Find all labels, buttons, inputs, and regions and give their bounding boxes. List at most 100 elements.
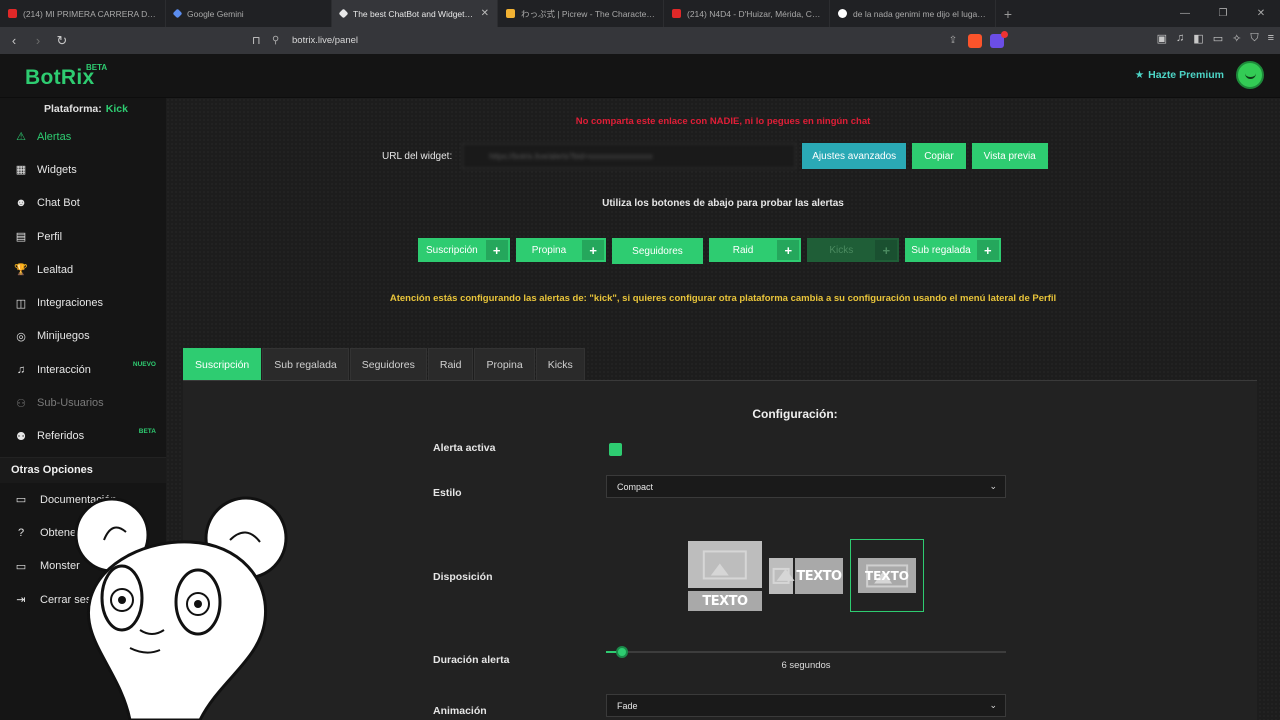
brave-rewards-icon[interactable] xyxy=(990,30,1008,48)
alert-active-checkbox[interactable] xyxy=(609,443,622,456)
animation-select[interactable]: Fade ⌄ xyxy=(606,694,1006,717)
leo-ai-icon[interactable]: ✧ xyxy=(1232,32,1241,45)
brave-shields-icon[interactable] xyxy=(968,33,982,48)
tab-sub-regalada[interactable]: Sub regalada xyxy=(262,348,349,380)
browser-tools: ▣ ♫ ◧ ▭ ✧ ⛉ ≡ xyxy=(1157,32,1274,45)
test-followers-button[interactable]: Seguidores xyxy=(612,238,703,264)
test-gift-sub-button[interactable]: Sub regalada + xyxy=(905,238,1001,262)
tab-raid[interactable]: Raid xyxy=(427,348,474,380)
sidebar-item-label: Minijuegos xyxy=(37,330,90,343)
advanced-settings-button[interactable]: Ajustes avanzados xyxy=(802,143,907,169)
url-text[interactable]: botrix.live/panel xyxy=(292,35,942,46)
tab-suscripcion[interactable]: Suscripción xyxy=(183,348,262,380)
duration-slider[interactable] xyxy=(606,646,1006,658)
plus-icon[interactable]: + xyxy=(976,240,999,260)
style-select[interactable]: Compact ⌄ xyxy=(606,475,1006,498)
sidebar-item-perfil[interactable]: ▤ Perfil xyxy=(0,220,166,253)
plus-icon[interactable]: + xyxy=(485,240,508,260)
new-tab-icon[interactable]: + xyxy=(996,0,1020,27)
back-icon[interactable]: ‹ xyxy=(4,31,24,51)
tab-kicks[interactable]: Kicks xyxy=(535,348,585,380)
sidebar-item-alertas[interactable]: ⚠ Alertas xyxy=(0,120,166,153)
window-controls: — ❐ ✕ xyxy=(1166,0,1280,27)
browser-tab-bar: (214) MI PRIMERA CARRERA DE BOT... Googl… xyxy=(0,0,1280,27)
user-avatar[interactable] xyxy=(1236,61,1264,89)
layout-option-stacked[interactable]: TEXTO xyxy=(688,541,762,611)
address-bar[interactable]: ⊓ ⚲ botrix.live/panel ⇪ xyxy=(252,30,1008,51)
app-header: BotRix BETA ★ Hazte Premium xyxy=(0,54,1280,98)
premium-label: Hazte Premium xyxy=(1148,69,1224,81)
sidebar-item-integraciones[interactable]: ◫ Integraciones xyxy=(0,286,166,319)
test-subscription-button[interactable]: Suscripción + xyxy=(418,238,510,262)
sidebar-item-label: Cerrar sesión xyxy=(40,593,107,606)
alert-active-label: Alerta activa xyxy=(433,442,496,454)
browser-tab[interactable]: わっぷ式 | Picrew - The Character Mak... xyxy=(498,0,664,27)
tab-seguidores[interactable]: Seguidores xyxy=(349,348,427,380)
browser-tab[interactable]: (214) MI PRIMERA CARRERA DE BOT... xyxy=(0,0,166,27)
sidebar-item-label: Monster xyxy=(40,560,80,573)
sidebar-item-documentacion[interactable]: ▭ Documentación xyxy=(0,483,166,516)
premium-link[interactable]: ★ Hazte Premium xyxy=(1135,69,1224,81)
slider-handle[interactable] xyxy=(616,646,628,658)
chevron-down-icon: ⌄ xyxy=(989,700,997,710)
sidebar-toggle-icon[interactable]: ▣ xyxy=(1157,32,1167,45)
test-hint: Utiliza los botones de abajo para probar… xyxy=(602,198,844,209)
plus-icon[interactable]: + xyxy=(777,240,800,260)
browser-tab[interactable]: (214) N4D4 - D'Huizar, Mérida, Chep... xyxy=(664,0,830,27)
user-group-icon: ⚉ xyxy=(16,430,26,443)
platform-indicator: Plataforma: Kick xyxy=(0,98,166,120)
browser-tab[interactable]: Google Gemini xyxy=(166,0,332,27)
wallet-icon[interactable]: ▭ xyxy=(1213,32,1223,45)
menu-icon[interactable]: ≡ xyxy=(1268,32,1274,45)
test-kicks-button[interactable]: Kicks + xyxy=(807,238,900,262)
widget-url-field[interactable]: https://botrix.live/alerts?bid=xxxxxxxxx… xyxy=(462,143,797,169)
tab-title: (214) N4D4 - D'Huizar, Mérida, Chep... xyxy=(687,8,821,19)
forward-icon[interactable]: › xyxy=(28,31,48,51)
sidebar-item-interaccion[interactable]: ♫ Interacción NUEVO xyxy=(0,353,166,386)
sidebar-item-label: Sub-Usuarios xyxy=(37,397,104,410)
sidebar-item-label: Referidos xyxy=(37,430,85,443)
close-tab-icon[interactable]: ✕ xyxy=(481,8,489,19)
sidebar-item-referidos[interactable]: ⚉ Referidos BETA xyxy=(0,420,166,453)
tab-title: de la nada genimi me dijo el lugar d... xyxy=(853,8,987,19)
sidebar-item-monster[interactable]: ▭ Monster xyxy=(0,550,166,583)
sidebar-item-chatbot[interactable]: ☻ Chat Bot xyxy=(0,187,166,220)
copy-button[interactable]: Copiar xyxy=(912,143,966,169)
layout-option-side[interactable]: TEXTO xyxy=(769,558,843,594)
sidebar-item-subusuarios[interactable]: ⚇ Sub-Usuarios xyxy=(0,386,166,419)
browser-tab-active[interactable]: The best ChatBot and Widgets f... ✕ xyxy=(332,0,498,27)
vpn-icon[interactable]: ⛉ xyxy=(1250,32,1258,45)
browser-tab[interactable]: de la nada genimi me dijo el lugar d... xyxy=(830,0,996,27)
close-window-icon[interactable]: ✕ xyxy=(1242,0,1280,27)
config-panel: Configuración: Alerta activa Estilo Comp… xyxy=(183,380,1257,720)
panel-icon[interactable]: ◧ xyxy=(1193,32,1203,45)
sidebar-item-minijuegos[interactable]: ◎ Minijuegos xyxy=(0,320,166,353)
plus-icon[interactable]: + xyxy=(875,240,898,260)
reload-icon[interactable]: ↻ xyxy=(52,31,72,51)
platform-attention-notice: Atención estás configurando las alertas … xyxy=(389,293,1057,304)
minimize-icon[interactable]: — xyxy=(1166,0,1204,27)
botrix-logo[interactable]: BotRix xyxy=(25,66,94,90)
botrix-favicon-icon xyxy=(338,8,349,19)
sidebar-item-label: Lealtad xyxy=(37,263,74,276)
music-icon[interactable]: ♫ xyxy=(1176,32,1184,45)
notification-dot xyxy=(1001,30,1008,38)
sidebar-item-lealtad[interactable]: 🏆 Lealtad xyxy=(0,253,166,286)
sidebar-item-ayuda[interactable]: ? Obtener ayuda xyxy=(0,516,166,549)
preview-button[interactable]: Vista previa xyxy=(971,143,1048,169)
share-icon[interactable]: ⇪ xyxy=(942,35,964,46)
maximize-icon[interactable]: ❐ xyxy=(1204,0,1242,27)
tab-propina[interactable]: Propina xyxy=(474,348,535,380)
layout-option-overlay[interactable]: TEXTO xyxy=(850,539,924,612)
site-settings-icon[interactable]: ⚲ xyxy=(272,35,292,46)
sidebar-item-widgets[interactable]: ▦ Widgets xyxy=(0,153,166,186)
test-raid-button[interactable]: Raid + xyxy=(708,238,802,262)
sidebar-item-label: Chat Bot xyxy=(37,197,80,210)
test-tip-button[interactable]: Propina + xyxy=(515,238,607,262)
plus-icon[interactable]: + xyxy=(582,240,605,260)
layout-overlay-preview: TEXTO xyxy=(858,558,916,593)
bookmark-icon[interactable]: ⊓ xyxy=(252,34,272,47)
sidebar-item-cerrar[interactable]: ⇥ Cerrar sesión xyxy=(0,583,166,616)
music-note-icon: ♫ xyxy=(16,363,26,376)
chevron-down-icon: ⌄ xyxy=(989,481,997,491)
